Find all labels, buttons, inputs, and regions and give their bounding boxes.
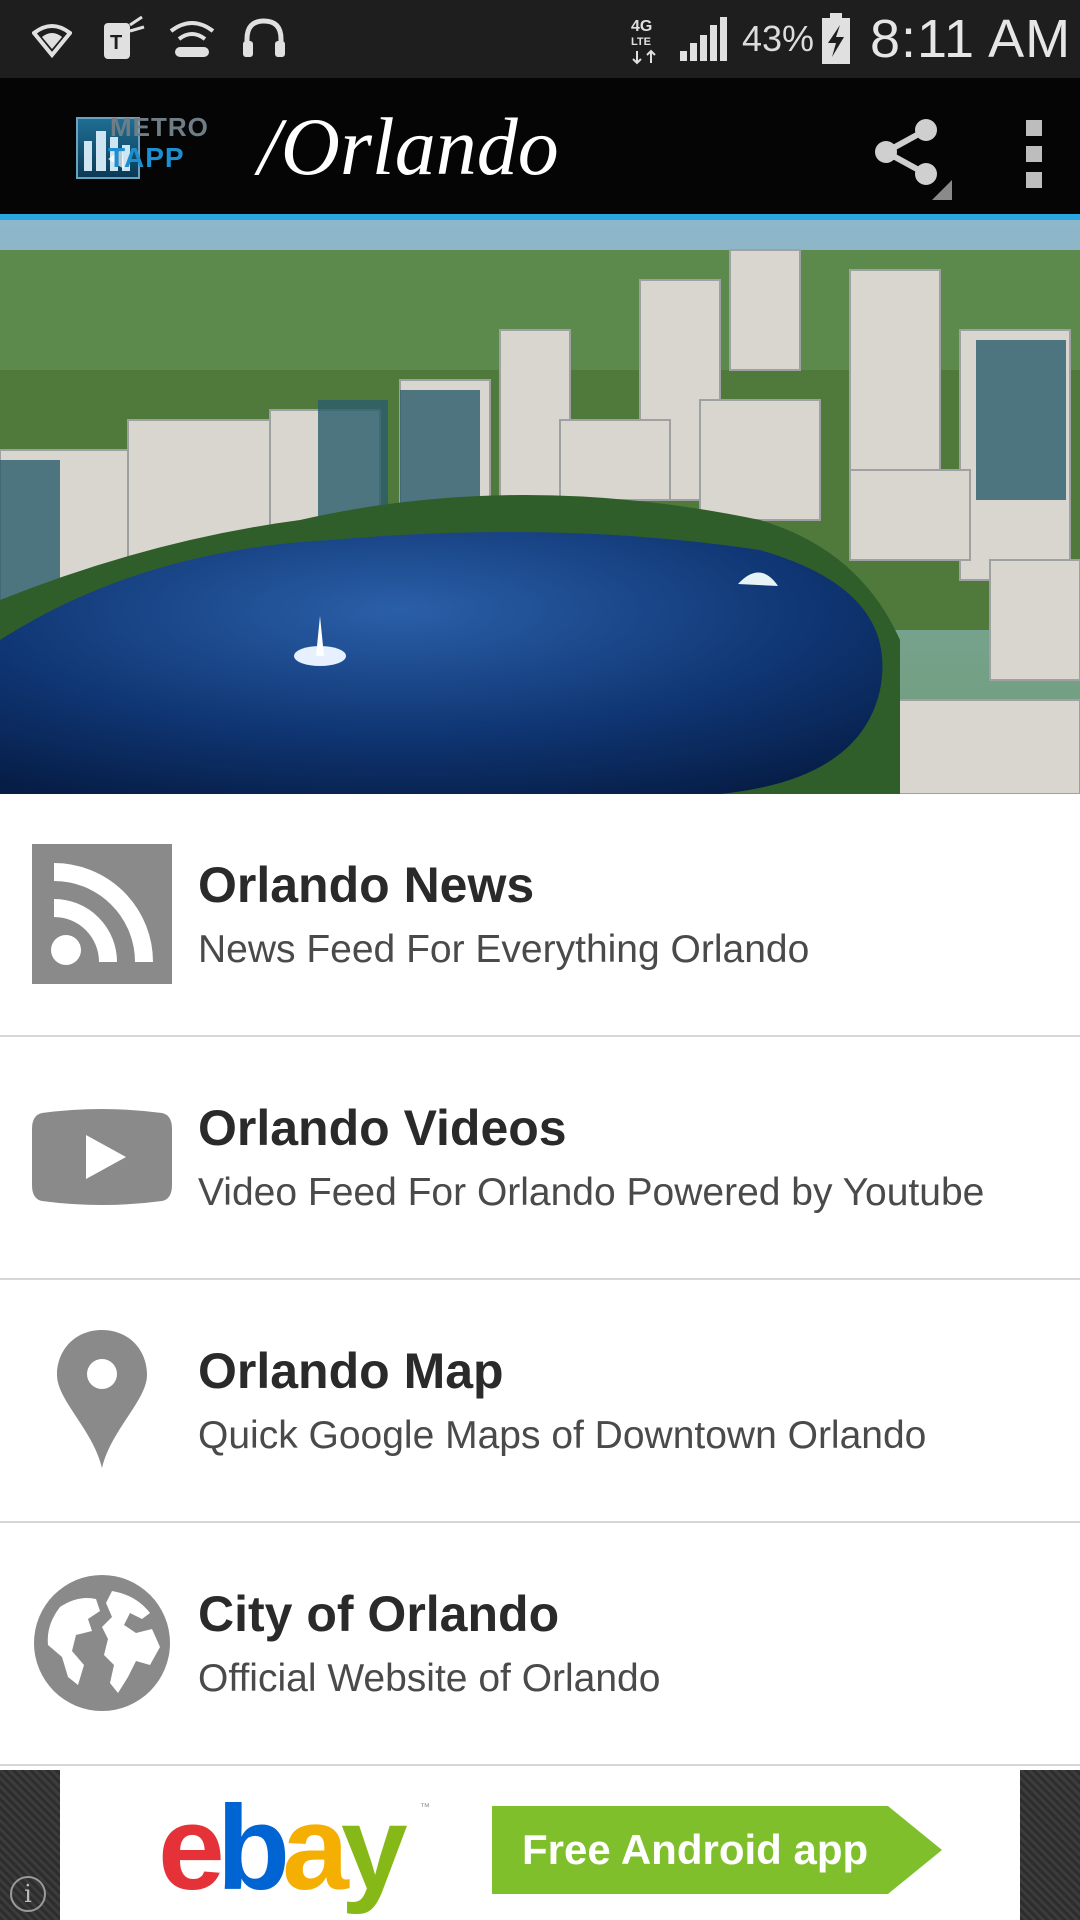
ad-side-pattern: i [0,1770,60,1920]
list-item-city-of-orlando[interactable]: City of Orlando Official Website of Orla… [0,1523,1080,1766]
ebay-logo-letter: e [158,1781,225,1915]
rss-icon [32,844,172,984]
item-title: Orlando Videos [198,1100,567,1156]
status-bar: T 4G LTE 43% 8:11 AM [0,0,1080,78]
item-title: Orlando News [198,857,535,913]
item-subtitle: Video Feed For Orlando Powered by Youtub… [198,1171,985,1214]
overflow-menu-icon [1026,146,1042,162]
wifi-shield-icon [30,14,74,64]
ebay-logo-letter: a [282,1781,349,1915]
share-icon [875,119,952,200]
list-item-orlando-videos[interactable]: Orlando Videos Video Feed For Orlando Po… [0,1037,1080,1280]
ebay-trademark: ™ [420,1802,430,1813]
ad-cta-button[interactable]: Free Android app [492,1806,942,1894]
list-item-orlando-news[interactable]: Orlando News News Feed For Everything Or… [0,794,1080,1037]
ad-banner[interactable]: i ebay ™ Free Android app [0,1770,1080,1920]
item-subtitle: Quick Google Maps of Downtown Orlando [198,1414,927,1457]
ad-side-pattern [1020,1770,1080,1920]
headset-icon [240,14,288,64]
item-title: Orlando Map [198,1343,504,1399]
ebay-logo: ebay [158,1788,408,1908]
lte-icon: 4G LTE [628,14,664,65]
battery-percent: 43% [742,18,815,59]
svg-text:T: T [110,32,122,54]
ebay-logo-letter: b [216,1781,290,1915]
overflow-menu-icon [1026,172,1042,188]
t-mobile-icon: T [98,14,148,64]
logo-tapp-text: TAPP [108,142,185,173]
play-video-icon [32,1087,172,1227]
ad-info-icon[interactable]: i [10,1876,46,1912]
hero-city-image [0,214,1080,794]
overflow-menu-icon [1026,120,1042,136]
list-item-orlando-map[interactable]: Orlando Map Quick Google Maps of Downtow… [0,1280,1080,1523]
item-subtitle: Official Website of Orlando [198,1657,661,1700]
action-bar: METRO TAPP /Orlando [0,78,1080,214]
logo-metro-text: METRO [110,112,209,142]
signal-icon [676,14,732,64]
menu-list: Orlando News News Feed For Everything Or… [0,794,1080,1766]
svg-text:4G: 4G [631,18,652,35]
svg-text:LTE: LTE [631,36,651,48]
battery-charging-icon [818,13,854,64]
map-pin-icon [32,1330,172,1470]
ebay-logo-letter: y [340,1781,408,1915]
overflow-menu-button[interactable] [1012,112,1056,196]
logo-city-text: /Orlando [258,101,559,192]
globe-icon [32,1573,172,1713]
share-button[interactable] [864,110,954,200]
wifi-calling-icon [166,14,218,64]
item-title: City of Orlando [198,1586,560,1642]
status-time: 8:11 AM [870,9,1072,69]
item-subtitle: News Feed For Everything Orlando [198,928,810,971]
